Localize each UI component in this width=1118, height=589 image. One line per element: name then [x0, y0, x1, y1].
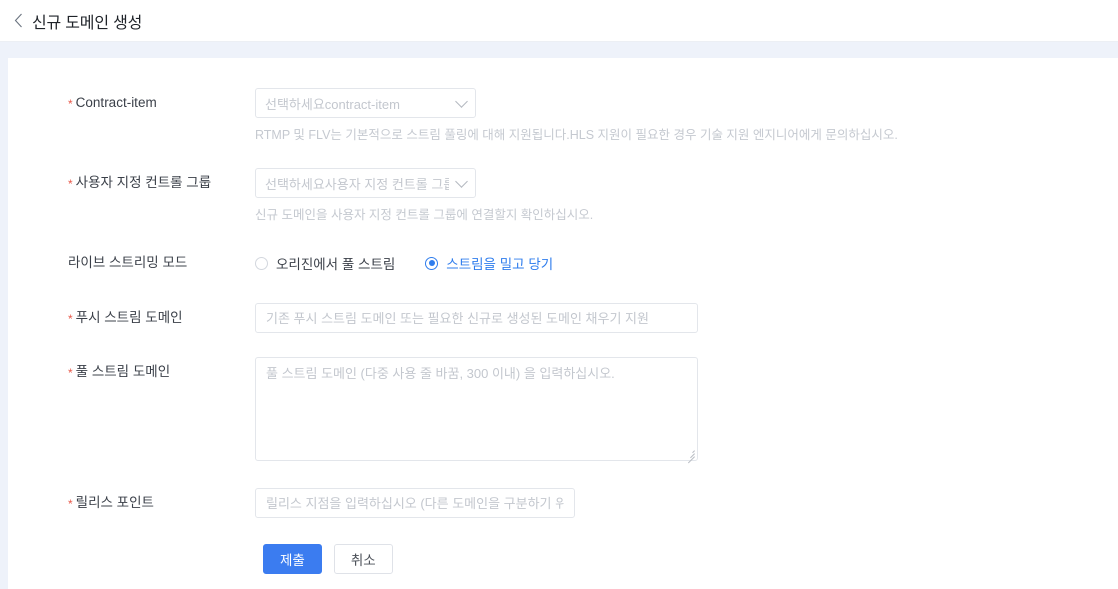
control-group-select[interactable]: 선택하세요사용자 지정 컨트롤 그룹 — [255, 168, 476, 198]
chevron-left-icon[interactable] — [10, 11, 26, 31]
live-mode-radio-group: 오리진에서 풀 스트림 스트림을 밀고 당기 — [255, 248, 583, 278]
label-release-point: *릴리스 포인트 — [68, 488, 255, 518]
chevron-down-icon — [455, 95, 468, 108]
required-asterisk: * — [68, 97, 73, 111]
submit-button[interactable]: 제출 — [263, 544, 322, 574]
pull-domain-textarea-wrap — [255, 357, 698, 461]
label-text: Contract-item — [76, 95, 157, 110]
push-domain-input[interactable] — [255, 303, 698, 333]
radio-circle-icon — [255, 257, 268, 270]
create-domain-form: *Contract-item 선택하세요contract-item RTMP 및… — [8, 58, 1118, 589]
label-text: 푸시 스트림 도메인 — [76, 310, 183, 325]
field-row-contract-item: *Contract-item 선택하세요contract-item RTMP 및… — [68, 88, 898, 143]
control-pull-domain — [255, 357, 698, 461]
radio-option-push-pull-stream[interactable]: 스트림을 밀고 당기 — [425, 253, 553, 273]
required-asterisk: * — [68, 177, 73, 191]
label-live-mode: 라이브 스트리밍 모드 — [68, 248, 255, 278]
control-contract-item: 선택하세요contract-item RTMP 및 FLV는 기본적으로 스트림… — [255, 88, 898, 143]
label-push-domain: *푸시 스트림 도메인 — [68, 303, 255, 333]
label-contract-item: *Contract-item — [68, 88, 255, 118]
required-asterisk: * — [68, 312, 73, 326]
control-group-help-text: 신규 도메인을 사용자 지정 컨트롤 그룹에 연결할지 확인하십시오. — [255, 207, 593, 223]
contract-item-select[interactable]: 선택하세요contract-item — [255, 88, 476, 118]
required-asterisk: * — [68, 366, 73, 380]
control-group-select-placeholder: 선택하세요사용자 지정 컨트롤 그룹 — [265, 174, 449, 193]
field-row-release-point: *릴리스 포인트 — [68, 488, 575, 518]
field-row-push-domain: *푸시 스트림 도메인 — [68, 303, 698, 333]
label-text: 풀 스트림 도메인 — [76, 364, 170, 379]
radio-label: 스트림을 밀고 당기 — [446, 253, 553, 273]
label-pull-domain: *풀 스트림 도메인 — [68, 357, 255, 387]
cancel-button[interactable]: 취소 — [334, 544, 393, 574]
control-control-group: 선택하세요사용자 지정 컨트롤 그룹 신규 도메인을 사용자 지정 컨트롤 그룹… — [255, 168, 593, 223]
form-card: *Contract-item 선택하세요contract-item RTMP 및… — [8, 58, 1118, 589]
control-live-mode: 오리진에서 풀 스트림 스트림을 밀고 당기 — [255, 248, 583, 278]
form-actions: 제출 취소 — [263, 544, 393, 574]
release-point-input[interactable] — [255, 488, 575, 518]
page-header: 신규 도메인 생성 — [0, 0, 1118, 42]
label-control-group: *사용자 지정 컨트롤 그룹 — [68, 168, 255, 198]
required-asterisk: * — [68, 497, 73, 511]
contract-item-help-text: RTMP 및 FLV는 기본적으로 스트림 풀링에 대해 지원됩니다.HLS 지… — [255, 127, 898, 143]
radio-option-pull-from-origin[interactable]: 오리진에서 풀 스트림 — [255, 253, 395, 273]
label-text: 릴리스 포인트 — [76, 495, 154, 510]
control-release-point — [255, 488, 575, 518]
radio-label: 오리진에서 풀 스트림 — [276, 253, 395, 273]
radio-circle-selected-icon — [425, 257, 438, 270]
chevron-down-icon — [455, 175, 468, 188]
field-row-control-group: *사용자 지정 컨트롤 그룹 선택하세요사용자 지정 컨트롤 그룹 신규 도메인… — [68, 168, 593, 223]
page-title: 신규 도메인 생성 — [32, 9, 142, 33]
pull-domain-textarea[interactable] — [255, 357, 698, 461]
field-row-live-mode: 라이브 스트리밍 모드 오리진에서 풀 스트림 스트림을 밀고 당기 — [68, 248, 583, 278]
page-root: 신규 도메인 생성 *Contract-item 선택하세요contract-i… — [0, 0, 1118, 589]
field-row-pull-domain: *풀 스트림 도메인 — [68, 357, 698, 461]
label-text: 사용자 지정 컨트롤 그룹 — [76, 175, 211, 190]
control-push-domain — [255, 303, 698, 333]
contract-item-select-placeholder: 선택하세요contract-item — [265, 94, 400, 113]
